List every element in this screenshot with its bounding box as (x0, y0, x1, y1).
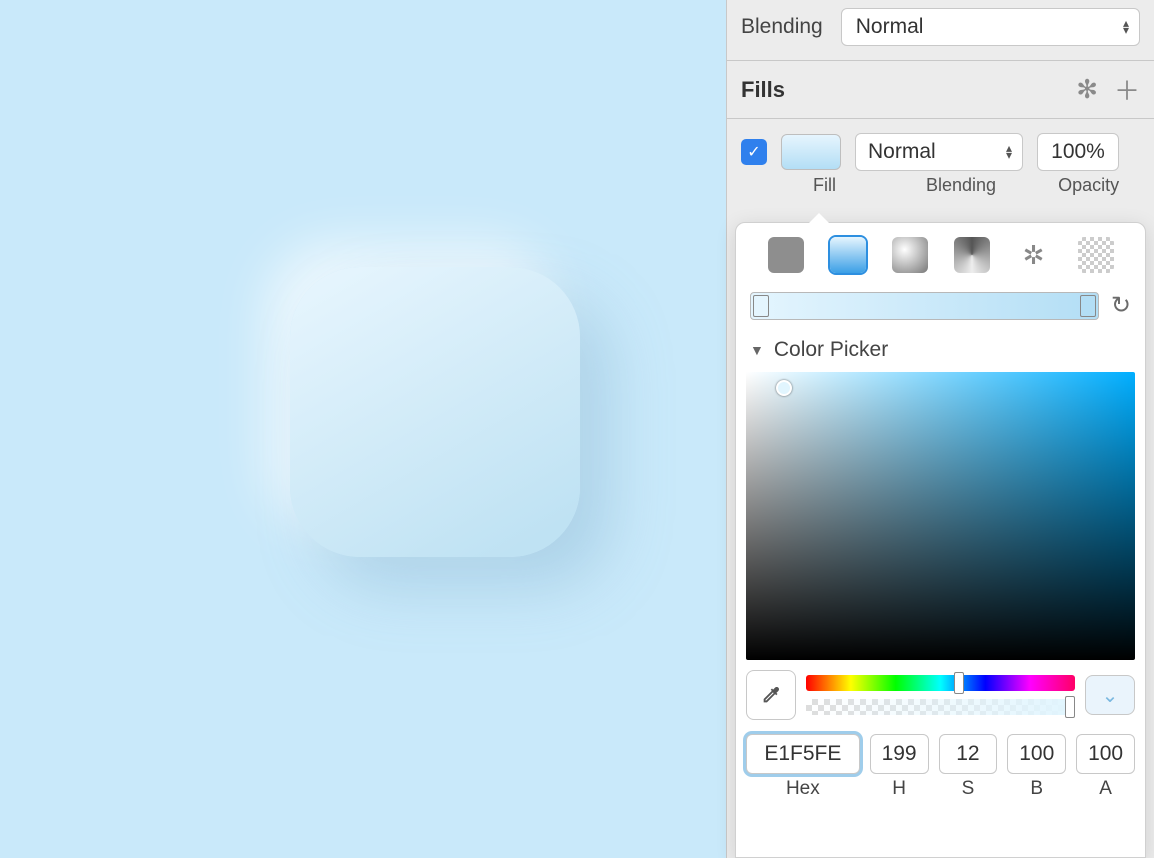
h-label: H (870, 778, 929, 800)
layer-blending-value: Normal (856, 15, 924, 39)
reverse-gradient-icon[interactable]: ↻ (1111, 291, 1131, 320)
opacity-sublabel: Opacity (1058, 175, 1119, 196)
color-picker-title: Color Picker (774, 338, 888, 362)
chevron-updown-icon: ▴▾ (1123, 20, 1129, 34)
hue-input[interactable]: 199 (870, 734, 929, 774)
design-canvas[interactable] (0, 0, 726, 858)
gradient-bar[interactable] (750, 292, 1099, 320)
fills-title: Fills (741, 77, 785, 103)
fill-color-swatch[interactable] (781, 134, 841, 170)
layer-blending-row: Blending Normal ▴▾ (727, 0, 1154, 60)
fill-entry-row: ✓ Normal ▴▾ 100% (727, 119, 1154, 171)
alpha-thumb[interactable] (1065, 696, 1075, 718)
fill-type-solid[interactable] (768, 237, 804, 273)
gradient-editor-row: ↻ (746, 291, 1135, 320)
fill-blending-value: Normal (868, 140, 936, 164)
sb-cursor[interactable] (776, 380, 792, 396)
fill-sublabel: Fill (813, 175, 836, 196)
hue-slider[interactable] (806, 675, 1075, 691)
disclosure-triangle-icon: ▼ (750, 342, 764, 358)
fill-opacity-input[interactable]: 100% (1037, 133, 1119, 171)
eyedropper-button[interactable] (746, 670, 796, 720)
fills-section-header: Fills ✻ ＋ (727, 60, 1154, 119)
expand-swatches-button[interactable]: ⌄ (1085, 675, 1135, 715)
blending-sublabel: Blending (926, 175, 996, 196)
inspector-panel: Blending Normal ▴▾ Fills ✻ ＋ ✓ Normal ▴▾… (726, 0, 1154, 858)
selected-shape[interactable] (290, 267, 580, 557)
hex-label: Hex (746, 778, 860, 800)
blending-label: Blending (741, 15, 823, 39)
chevron-updown-icon: ▴▾ (1006, 145, 1012, 159)
fill-type-radial[interactable] (892, 237, 928, 273)
fill-type-image[interactable]: ✲ (1016, 237, 1052, 273)
fill-sublabels: Fill Blending Opacity (727, 171, 1154, 198)
color-picker-header[interactable]: ▼ Color Picker (746, 338, 1135, 362)
alpha-input[interactable]: 100 (1076, 734, 1135, 774)
gradient-stop-end[interactable] (1080, 295, 1096, 317)
alpha-slider[interactable] (806, 699, 1075, 715)
hue-thumb[interactable] (954, 672, 964, 694)
fill-type-linear[interactable] (830, 237, 866, 273)
chevron-down-icon: ⌄ (1102, 683, 1119, 708)
gear-icon[interactable]: ✻ (1076, 74, 1098, 105)
fill-type-angular[interactable] (954, 237, 990, 273)
b-label: B (1007, 778, 1066, 800)
layer-blending-select[interactable]: Normal ▴▾ (841, 8, 1140, 46)
saturation-brightness-field[interactable] (746, 372, 1135, 660)
plus-icon[interactable]: ＋ (1114, 71, 1140, 108)
fill-type-tabs: ✲ (746, 237, 1135, 273)
gradient-stop-start[interactable] (753, 295, 769, 317)
fill-type-noise[interactable] (1078, 237, 1114, 273)
color-value-labels: Hex H S B A (746, 778, 1135, 800)
color-popover: ✲ ↻ ▼ Color Picker (735, 222, 1146, 858)
s-label: S (939, 778, 998, 800)
sliders-row: ⌄ (746, 670, 1135, 720)
eyedropper-icon (760, 684, 782, 706)
fill-blending-select[interactable]: Normal ▴▾ (855, 133, 1023, 171)
saturation-input[interactable]: 12 (939, 734, 998, 774)
a-label: A (1076, 778, 1135, 800)
brightness-input[interactable]: 100 (1007, 734, 1066, 774)
color-value-row: E1F5FE 199 12 100 100 (746, 734, 1135, 774)
hex-input[interactable]: E1F5FE (746, 734, 860, 774)
fill-enabled-checkbox[interactable]: ✓ (741, 139, 767, 165)
